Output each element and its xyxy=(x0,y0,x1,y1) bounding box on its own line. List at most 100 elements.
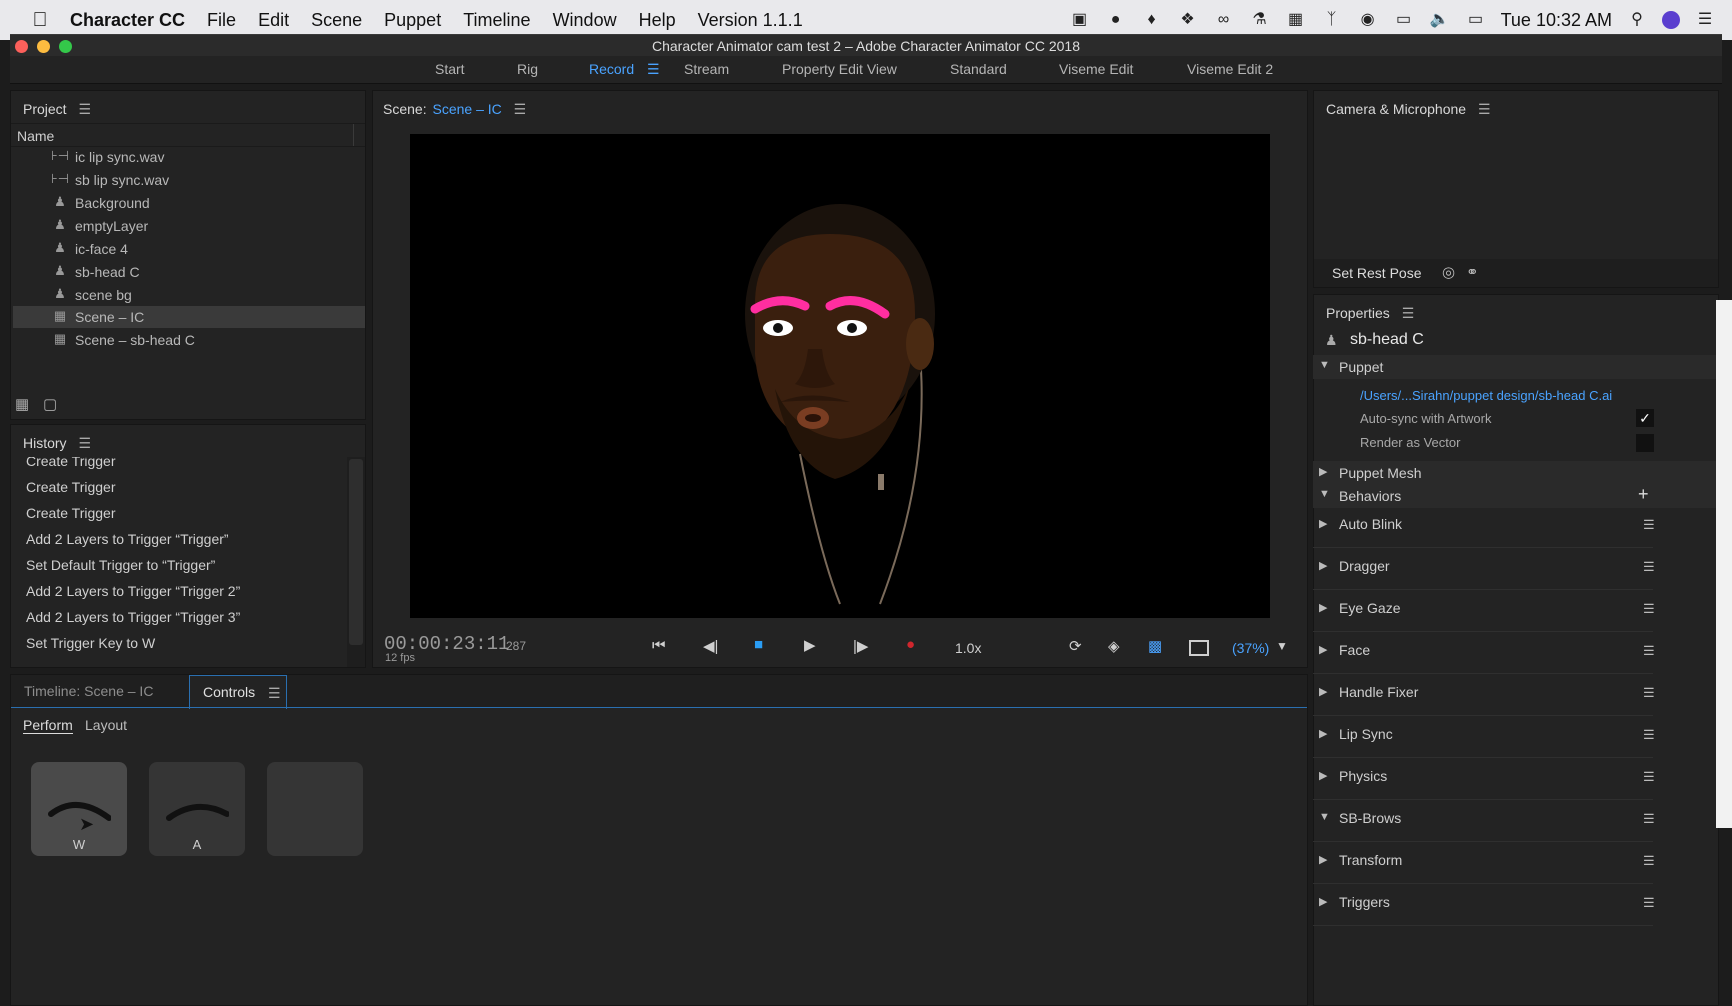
behavior-sb-brows[interactable]: ▼ SB-Brows ☰ xyxy=(1313,800,1655,842)
project-item-selected[interactable]: ▦ Scene – IC xyxy=(13,306,365,328)
behavior-menu-icon[interactable]: ☰ xyxy=(1643,601,1655,617)
safe-area-icon[interactable] xyxy=(1189,640,1209,656)
behavior-physics[interactable]: ▶ Physics ☰ xyxy=(1313,758,1655,800)
apple-icon[interactable]:  xyxy=(28,8,52,32)
location-pin-icon[interactable]: ● xyxy=(1105,11,1127,29)
behavior-face[interactable]: ▶ Face ☰ xyxy=(1313,632,1655,674)
behavior-menu-icon[interactable]: ☰ xyxy=(1643,811,1655,827)
project-item[interactable]: ⊦⊣ sb lip sync.wav xyxy=(13,169,373,191)
airplay-icon[interactable]: ▭ xyxy=(1393,11,1415,29)
battery-icon[interactable]: ▭ xyxy=(1465,11,1487,29)
history-item[interactable]: Create Trigger xyxy=(26,457,115,469)
trigger-button-empty[interactable] xyxy=(267,762,363,856)
search-icon[interactable]: ⚲ xyxy=(1626,11,1648,29)
play-icon[interactable]: ▶ xyxy=(804,636,816,654)
menu-puppet[interactable]: Puppet xyxy=(384,10,441,31)
behavior-menu-icon[interactable]: ☰ xyxy=(1643,685,1655,701)
physics-icon[interactable]: ◈ xyxy=(1108,637,1120,655)
behavior-menu-icon[interactable]: ☰ xyxy=(1643,769,1655,785)
project-column-header[interactable]: Name xyxy=(11,123,365,147)
menu-timeline[interactable]: Timeline xyxy=(463,10,530,31)
wifi-alt-icon[interactable]: ◉ xyxy=(1357,11,1379,29)
puppet-file-path[interactable]: /Users/...Sirahn/puppet design/sb-head C… xyxy=(1360,388,1612,403)
subtab-perform[interactable]: Perform xyxy=(23,717,73,734)
section-behaviors[interactable]: ▼ Behaviors + xyxy=(1313,484,1719,508)
section-puppet-mesh[interactable]: ▶ Puppet Mesh xyxy=(1313,461,1719,485)
behavior-dragger[interactable]: ▶ Dragger ☰ xyxy=(1313,548,1655,590)
behavior-menu-icon[interactable]: ☰ xyxy=(1643,895,1655,911)
history-item[interactable]: Set Trigger Key to W xyxy=(26,635,155,651)
history-item[interactable]: Add 2 Layers to Trigger “Trigger 2” xyxy=(26,583,240,599)
evernote-icon[interactable]: ♦ xyxy=(1141,11,1163,29)
behavior-menu-icon[interactable]: ☰ xyxy=(1643,853,1655,869)
project-item[interactable]: ▦ Scene – sb-head C xyxy=(13,329,373,351)
project-item[interactable]: ♟ sb-head C xyxy=(13,261,373,283)
history-item[interactable]: Add 2 Layers to Trigger “Trigger” xyxy=(26,531,229,547)
scene-name-link[interactable]: Scene – IC xyxy=(432,101,501,117)
folder-icon[interactable]: ▢ xyxy=(43,395,57,413)
scene-stage[interactable] xyxy=(410,134,1270,618)
behavior-triggers[interactable]: ▶ Triggers ☰ xyxy=(1313,884,1655,926)
history-list[interactable]: Create Trigger Create Trigger Create Tri… xyxy=(11,457,347,669)
history-item[interactable]: Create Trigger xyxy=(26,505,115,521)
tab-timeline[interactable]: Timeline: Scene – IC xyxy=(24,683,153,699)
history-item[interactable]: Set Default Trigger to “Trigger” xyxy=(26,557,215,573)
tab-controls[interactable]: Controls ☰ xyxy=(189,675,287,709)
workspace-stream[interactable]: Stream xyxy=(684,61,729,77)
bluetooth-icon[interactable]: ᛉ xyxy=(1321,11,1343,29)
notification-center-icon[interactable]: ☰ xyxy=(1694,11,1716,29)
behavior-transform[interactable]: ▶ Transform ☰ xyxy=(1313,842,1655,884)
stop-icon[interactable]: ■ xyxy=(754,636,763,653)
menu-app-name[interactable]: Character CC xyxy=(70,10,185,31)
zoom-dropdown-icon[interactable]: ▼ xyxy=(1276,639,1288,653)
trigger-button-w[interactable]: ➤ W xyxy=(31,762,127,856)
behavior-auto-blink[interactable]: ▶ Auto Blink ☰ xyxy=(1313,506,1655,548)
history-scrollbar-thumb[interactable] xyxy=(349,459,363,645)
panel-menu-icon[interactable]: ☰ xyxy=(78,101,91,118)
menu-scene[interactable]: Scene xyxy=(311,10,362,31)
panel-menu-icon[interactable]: ☰ xyxy=(1478,101,1491,118)
add-behavior-icon[interactable]: + xyxy=(1638,484,1649,505)
record-icon[interactable]: ● xyxy=(906,636,915,653)
behavior-menu-icon[interactable]: ☰ xyxy=(1643,643,1655,659)
grid-icon[interactable]: ▦ xyxy=(1285,11,1307,29)
project-item[interactable]: ♟ emptyLayer xyxy=(13,215,373,237)
behavior-handle-fixer[interactable]: ▶ Handle Fixer ☰ xyxy=(1313,674,1655,716)
history-scrollbar[interactable] xyxy=(347,457,365,667)
panel-menu-icon[interactable]: ☰ xyxy=(514,101,527,118)
workspace-viseme-edit[interactable]: Viseme Edit xyxy=(1059,61,1133,77)
workspace-menu-icon[interactable]: ☰ xyxy=(647,61,660,78)
workspace-record[interactable]: Record xyxy=(589,61,634,77)
webcam-icon[interactable]: ◎ xyxy=(1442,263,1455,281)
menu-help[interactable]: Help xyxy=(639,10,676,31)
column-divider[interactable] xyxy=(353,124,354,146)
dropbox-icon[interactable]: ❖ xyxy=(1177,11,1199,29)
project-item[interactable]: ♟ ic-face 4 xyxy=(13,238,373,260)
mercury-transmit-icon[interactable]: ▩ xyxy=(1148,637,1162,655)
clock-text[interactable]: Tue 10:32 AM xyxy=(1501,10,1612,31)
go-to-start-icon[interactable]: ⏮ xyxy=(652,637,666,654)
siri-icon[interactable] xyxy=(1662,11,1680,29)
trigger-button-a[interactable]: A xyxy=(149,762,245,856)
zoom-level[interactable]: (37%) xyxy=(1232,640,1269,656)
panel-menu-icon[interactable]: ☰ xyxy=(1402,305,1415,322)
section-puppet[interactable]: ▼ Puppet xyxy=(1313,355,1719,379)
history-item[interactable]: Add 2 Layers to Trigger “Trigger 3” xyxy=(26,609,240,625)
set-rest-pose-button[interactable]: Set Rest Pose xyxy=(1332,265,1422,281)
project-item[interactable]: ♟ scene bg xyxy=(13,284,373,306)
camera-status-icon[interactable]: ▣ xyxy=(1069,11,1091,29)
behavior-eye-gaze[interactable]: ▶ Eye Gaze ☰ xyxy=(1313,590,1655,632)
broom-icon[interactable]: ⚗ xyxy=(1249,11,1271,29)
workspace-property-edit-view[interactable]: Property Edit View xyxy=(782,61,897,77)
new-scene-icon[interactable]: ▦ xyxy=(15,395,29,413)
volume-icon[interactable]: 🔈 xyxy=(1429,11,1451,29)
workspace-rig[interactable]: Rig xyxy=(517,61,538,77)
behavior-lip-sync[interactable]: ▶ Lip Sync ☰ xyxy=(1313,716,1655,758)
step-back-icon[interactable]: ◀| xyxy=(703,637,718,655)
render-vector-checkbox[interactable] xyxy=(1636,434,1654,452)
panel-menu-icon[interactable]: ☰ xyxy=(78,435,91,452)
history-item[interactable]: Create Trigger xyxy=(26,479,115,495)
menu-file[interactable]: File xyxy=(207,10,236,31)
workspace-viseme-edit-2[interactable]: Viseme Edit 2 xyxy=(1187,61,1273,77)
workspace-start[interactable]: Start xyxy=(435,61,465,77)
